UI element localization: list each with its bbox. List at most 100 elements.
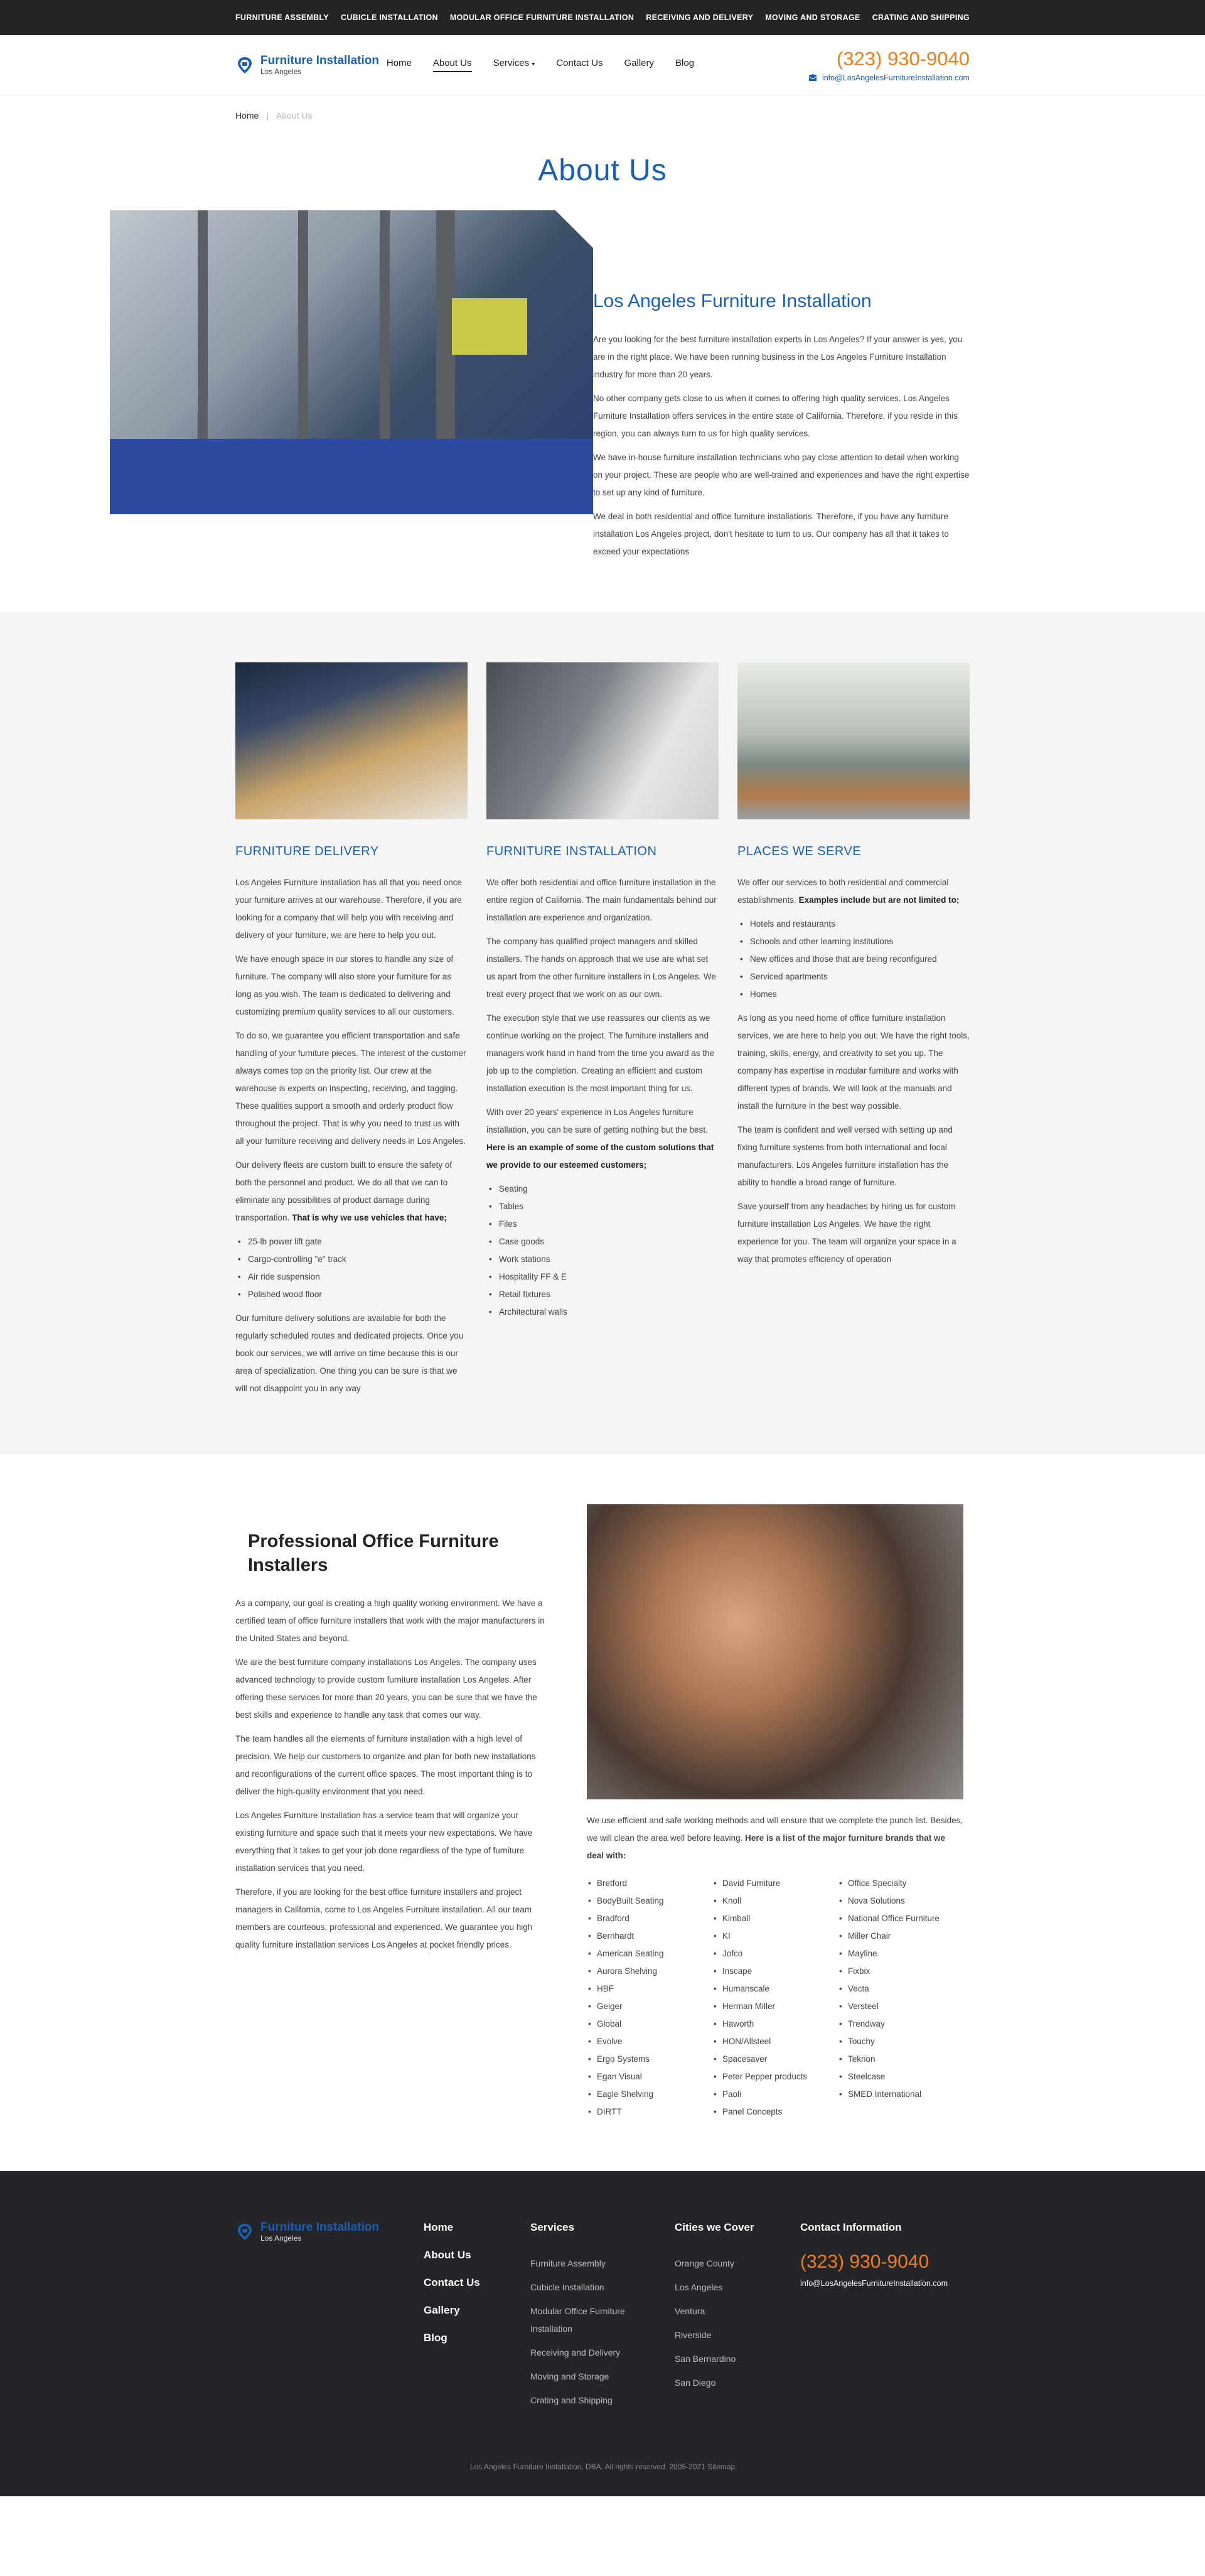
topbar-link-crating-shipping[interactable]: CRATING AND SHIPPING bbox=[872, 13, 970, 22]
office-glass-photo bbox=[110, 210, 593, 514]
services-section: FURNITURE DELIVERY Los Angeles Furniture… bbox=[0, 612, 1205, 1454]
brand-item: Eagle Shelving bbox=[587, 2086, 712, 2103]
footer-city-link[interactable]: San Bernardino bbox=[675, 2347, 800, 2371]
brand-item: Aurora Shelving bbox=[587, 1963, 712, 1980]
nav-home[interactable]: Home bbox=[387, 58, 412, 72]
brands-column: Office Specialty Nova Solutions National… bbox=[838, 1875, 963, 2121]
footer-service-link[interactable]: Crating and Shipping bbox=[530, 2388, 675, 2412]
footer-services: Services Furniture Assembly Cubicle Inst… bbox=[530, 2221, 675, 2412]
about-section: Los Angeles Furniture Installation Are y… bbox=[0, 210, 1205, 612]
pro-heading: Professional Office Furniture Installers bbox=[248, 1531, 499, 1575]
footer-city-link[interactable]: Riverside bbox=[675, 2323, 800, 2347]
footer-link-blog[interactable]: Blog bbox=[424, 2332, 530, 2344]
list-item: New offices and those that are being rec… bbox=[737, 951, 970, 968]
footer-service-link[interactable]: Cubicle Installation bbox=[530, 2275, 675, 2299]
brand-item: David Furniture bbox=[712, 1875, 838, 1892]
brand-item: Inscape bbox=[712, 1963, 838, 1980]
brand-item: Miller Chair bbox=[838, 1927, 963, 1945]
site-footer: Furniture Installation Los Angeles Home … bbox=[0, 2171, 1205, 2496]
topbar-link-receiving-delivery[interactable]: RECEIVING AND DELIVERY bbox=[646, 13, 753, 22]
footer-email[interactable]: info@LosAngelesFurnitureInstallation.com bbox=[800, 2279, 970, 2288]
topbar-link-moving-storage[interactable]: MOVING AND STORAGE bbox=[765, 13, 860, 22]
brand-item: DIRTT bbox=[587, 2103, 712, 2121]
list-item: Work stations bbox=[486, 1251, 719, 1268]
brand-item: Bretford bbox=[587, 1875, 712, 1892]
pro-paragraph: We are the best furniture company instal… bbox=[235, 1657, 537, 1720]
service-paragraph: Our delivery fleets are custom built to … bbox=[235, 1156, 468, 1227]
nav-contact-us[interactable]: Contact Us bbox=[556, 58, 602, 72]
brand-item: SMED International bbox=[838, 2086, 963, 2103]
list-item: Files bbox=[486, 1215, 719, 1233]
footer-service-link[interactable]: Receiving and Delivery bbox=[530, 2341, 675, 2364]
nav-services-label: Services bbox=[493, 58, 530, 68]
brand-item: Ergo Systems bbox=[587, 2051, 712, 2068]
nav-services[interactable]: Services ▾ bbox=[493, 58, 535, 72]
brand-item: Bernhardt bbox=[587, 1927, 712, 1945]
list-item: Hotels and restaurants bbox=[737, 915, 970, 933]
list-item: Hospitality FF & E bbox=[486, 1268, 719, 1286]
footer-phone[interactable]: (323) 930-9040 bbox=[800, 2251, 970, 2273]
brand-item: Mayline bbox=[838, 1945, 963, 1963]
site-logo[interactable]: Furniture Installation Los Angeles bbox=[235, 53, 379, 76]
copyright: Los Angeles Furniture Installation, DBA.… bbox=[469, 2462, 736, 2471]
footer-city-link[interactable]: San Diego bbox=[675, 2371, 800, 2395]
header-phone[interactable]: (323) 930-9040 bbox=[808, 48, 970, 70]
delivery-photo bbox=[235, 662, 468, 819]
service-title: FURNITURE INSTALLATION bbox=[486, 844, 657, 858]
brand-item: HBF bbox=[587, 1980, 712, 1998]
footer-link-about-us[interactable]: About Us bbox=[424, 2249, 530, 2261]
footer-service-link[interactable]: Moving and Storage bbox=[530, 2364, 675, 2388]
brand-item: Egan Visual bbox=[587, 2068, 712, 2086]
service-bold-text: That is why we use vehicles that have; bbox=[292, 1213, 447, 1222]
mail-icon bbox=[808, 73, 817, 81]
brand-item: Geiger bbox=[587, 1998, 712, 2015]
footer-service-link[interactable]: Furniture Assembly bbox=[530, 2251, 675, 2275]
about-heading: Los Angeles Furniture Installation bbox=[593, 291, 872, 311]
about-paragraph: We deal in both residential and office f… bbox=[593, 512, 949, 556]
service-text: With over 20 years' experience in Los An… bbox=[486, 1107, 708, 1134]
footer-cities: Cities we Cover Orange County Los Angele… bbox=[675, 2221, 800, 2412]
places-list: Hotels and restaurants Schools and other… bbox=[737, 915, 970, 1003]
topbar-link-cubicle-installation[interactable]: CUBICLE INSTALLATION bbox=[341, 13, 438, 22]
nav-gallery[interactable]: Gallery bbox=[624, 58, 655, 72]
footer-link-contact-us[interactable]: Contact Us bbox=[424, 2277, 530, 2289]
brand-item: KI bbox=[712, 1927, 838, 1945]
brand-item: Panel Concepts bbox=[712, 2103, 838, 2121]
service-delivery: FURNITURE DELIVERY Los Angeles Furniture… bbox=[235, 662, 468, 1404]
footer-city-link[interactable]: Ventura bbox=[675, 2299, 800, 2323]
cubicles-photo bbox=[737, 662, 970, 819]
list-item: Cargo-controlling "e" track bbox=[235, 1251, 468, 1268]
brand-item: Herman Miller bbox=[712, 1998, 838, 2015]
brand-item: Fixbix bbox=[838, 1963, 963, 1980]
list-item: 25-lb power lift gate bbox=[235, 1233, 468, 1251]
list-item: Case goods bbox=[486, 1233, 719, 1251]
footer-services-title: Services bbox=[530, 2221, 574, 2233]
brand-item: BodyBuilt Seating bbox=[587, 1892, 712, 1910]
brand-item: Global bbox=[587, 2015, 712, 2033]
footer-logo[interactable]: Furniture Installation Los Angeles bbox=[235, 2221, 424, 2243]
top-bar: FURNITURE ASSEMBLY CUBICLE INSTALLATION … bbox=[0, 0, 1205, 35]
brand-item: Office Specialty bbox=[838, 1875, 963, 1892]
brand-item: National Office Furniture bbox=[838, 1910, 963, 1927]
nav-blog[interactable]: Blog bbox=[675, 58, 694, 72]
list-item: Retail fixtures bbox=[486, 1286, 719, 1303]
header-email[interactable]: info@LosAngelesFurnitureInstallation.com bbox=[822, 73, 970, 82]
hands-assembling-photo bbox=[587, 1504, 963, 1799]
footer-link-gallery[interactable]: Gallery bbox=[424, 2304, 530, 2317]
service-paragraph: The execution style that we use reassure… bbox=[486, 1013, 715, 1093]
topbar-link-modular-office[interactable]: MODULAR OFFICE FURNITURE INSTALLATION bbox=[450, 13, 634, 22]
breadcrumb-home[interactable]: Home bbox=[235, 110, 259, 121]
about-paragraph: We have in-house furniture installation … bbox=[593, 453, 970, 497]
footer-city-link[interactable]: Los Angeles bbox=[675, 2275, 800, 2299]
footer-link-home[interactable]: Home bbox=[424, 2221, 530, 2234]
footer-service-link[interactable]: Modular Office Furniture Installation bbox=[530, 2299, 631, 2341]
installation-photo bbox=[486, 662, 719, 819]
pro-paragraph: The team handles all the elements of fur… bbox=[235, 1734, 536, 1796]
footer-city-link[interactable]: Orange County bbox=[675, 2251, 800, 2275]
logo-name: Furniture Installation bbox=[260, 53, 379, 67]
list-item: Seating bbox=[486, 1180, 719, 1198]
service-installation: FURNITURE INSTALLATION We offer both res… bbox=[486, 662, 719, 1404]
topbar-link-furniture-assembly[interactable]: FURNITURE ASSEMBLY bbox=[235, 13, 329, 22]
brand-item: Tekrion bbox=[838, 2051, 963, 2068]
nav-about-us[interactable]: About Us bbox=[432, 58, 472, 72]
